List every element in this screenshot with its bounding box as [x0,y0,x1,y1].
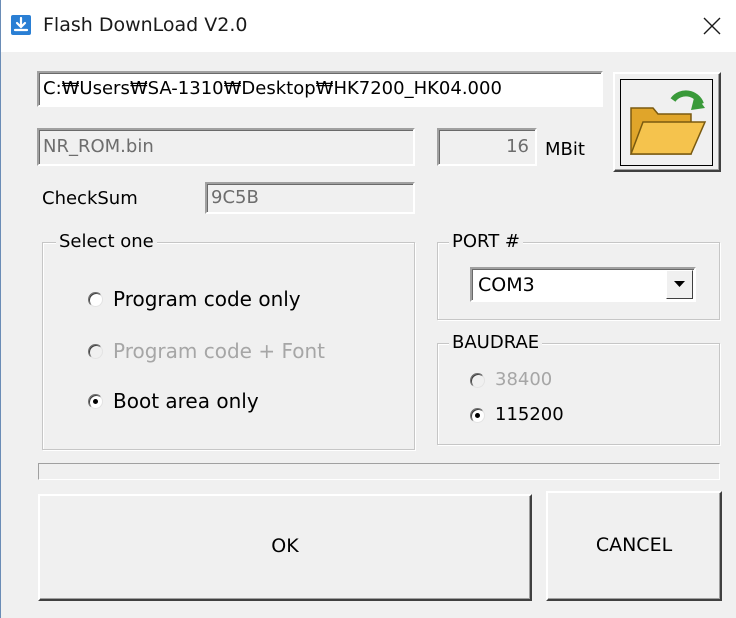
radio-button-selected[interactable] [88,394,103,409]
radio-label: Boot area only [113,389,259,413]
ok-button[interactable]: OK [38,494,532,601]
radio-button [88,344,103,359]
open-folder-icon [629,90,707,155]
radio-label: Program code + Font [113,339,325,363]
download-arrow-icon [11,15,31,35]
close-button[interactable] [688,0,736,52]
title-bar[interactable]: Flash DownLoad V2.0 [1,0,736,52]
select-one-group-title: Select one [56,230,157,254]
download-progress-bar [38,463,720,480]
size-unit-label: MBit [545,139,585,160]
close-icon [703,17,721,35]
select-one-group: Select one Program code only Program cod… [42,230,415,450]
radio-button[interactable] [88,292,103,307]
port-select-value: COM3 [478,274,535,296]
radio-label: Program code only [113,287,301,311]
chevron-down-icon [674,281,685,287]
port-group-title: PORT # [449,230,524,254]
port-group: PORT # COM3 [437,230,720,320]
window-title: Flash DownLoad V2.0 [43,14,248,36]
dropdown-button[interactable] [666,270,693,299]
flash-download-window: Flash DownLoad V2.0 C:₩Users₩SA-1310₩Des… [0,0,736,618]
file-size-field: 16 [437,128,537,166]
browse-file-button[interactable] [613,72,721,172]
radio-selected-dot [475,413,480,418]
port-select[interactable]: COM3 [470,267,696,302]
baudrate-group-title: BAUDRAE [449,331,543,355]
radio-button [470,373,485,388]
checksum-field: 9C5B [205,182,415,214]
checksum-label: CheckSum [42,188,138,209]
radio-selected-dot [93,399,98,404]
baudrate-group: BAUDRAE 38400 115200 [437,331,720,445]
file-name-field: NR_ROM.bin [37,128,415,166]
cancel-button[interactable]: CANCEL [546,491,722,601]
radio-label: 38400 [495,369,553,390]
radio-label: 115200 [495,404,564,425]
file-path-field[interactable]: C:₩Users₩SA-1310₩Desktop₩HK7200_HK04.000 [37,71,603,107]
radio-button-selected[interactable] [470,408,485,423]
